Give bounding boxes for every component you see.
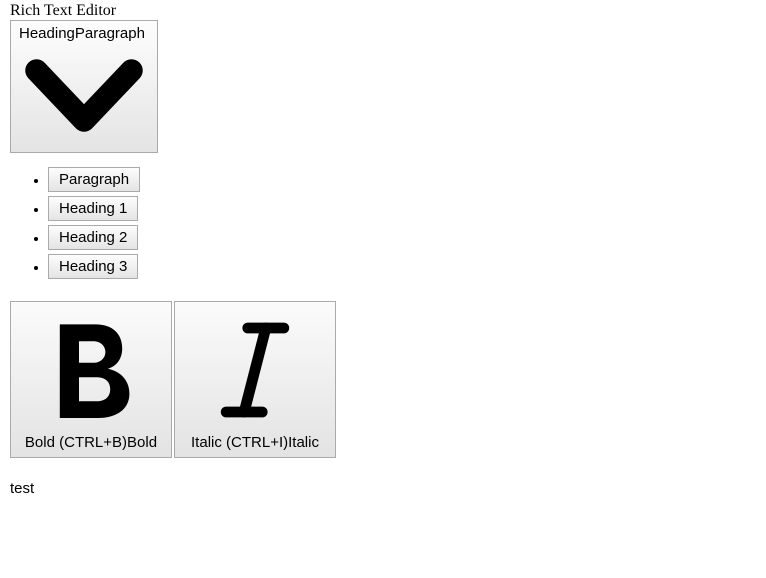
list-item: Paragraph bbox=[48, 167, 766, 192]
editor-content[interactable]: test bbox=[10, 480, 766, 497]
italic-icon bbox=[185, 310, 325, 430]
editor-title: Rich Text Editor bbox=[0, 0, 766, 20]
bold-icon bbox=[21, 310, 161, 430]
italic-tooltip-text: Italic (CTRL+I) bbox=[191, 434, 288, 451]
heading-dropdown-prefix: Heading bbox=[19, 25, 75, 42]
format-toolbar: Bold (CTRL+B)Bold Italic (CTRL+I)Italic bbox=[10, 301, 766, 458]
list-item: Heading 3 bbox=[48, 254, 766, 279]
bold-button[interactable]: Bold (CTRL+B)Bold bbox=[10, 301, 172, 458]
heading-dropdown-current: Paragraph bbox=[75, 25, 145, 42]
heading-option-paragraph[interactable]: Paragraph bbox=[48, 167, 140, 192]
chevron-down-icon bbox=[19, 48, 149, 148]
heading-option-h3[interactable]: Heading 3 bbox=[48, 254, 138, 279]
heading-options-list: Paragraph Heading 1 Heading 2 Heading 3 bbox=[0, 167, 766, 279]
list-item: Heading 2 bbox=[48, 225, 766, 250]
bold-tooltip-text: Bold (CTRL+B) bbox=[25, 434, 127, 451]
italic-button[interactable]: Italic (CTRL+I)Italic bbox=[174, 301, 336, 458]
italic-label: Italic bbox=[288, 434, 319, 451]
heading-option-h1[interactable]: Heading 1 bbox=[48, 196, 138, 221]
heading-dropdown-button[interactable]: HeadingParagraph bbox=[10, 20, 158, 153]
bold-label: Bold bbox=[127, 434, 157, 451]
list-item: Heading 1 bbox=[48, 196, 766, 221]
heading-option-h2[interactable]: Heading 2 bbox=[48, 225, 138, 250]
